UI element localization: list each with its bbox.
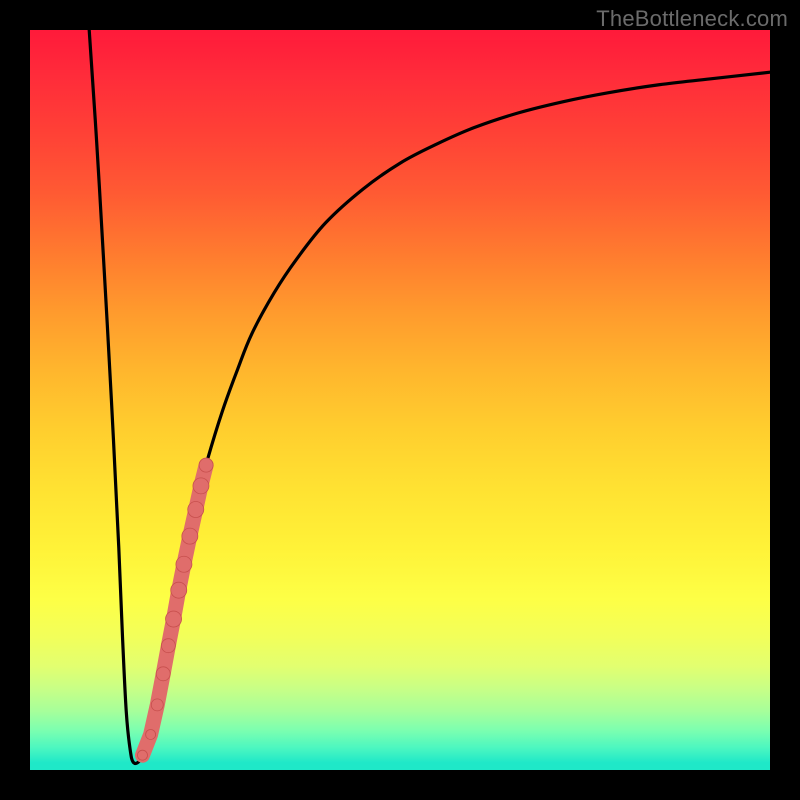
marker-svg [30, 30, 770, 770]
marker-layer [30, 30, 770, 770]
marker-dot [188, 502, 204, 518]
marker-dot [137, 750, 147, 760]
marker-dot [199, 458, 213, 472]
marker-dot [171, 582, 187, 598]
marker-dot [146, 729, 156, 739]
marker-dot [161, 639, 175, 653]
watermark-text: TheBottleneck.com [596, 6, 788, 32]
marker-dot [166, 611, 182, 627]
marker-dot [193, 478, 209, 494]
marker-dot [182, 528, 198, 544]
marker-dot [176, 556, 192, 572]
plot-area [30, 30, 770, 770]
marker-dot [151, 699, 163, 711]
chart-frame: TheBottleneck.com [0, 0, 800, 800]
marker-dot [156, 667, 170, 681]
